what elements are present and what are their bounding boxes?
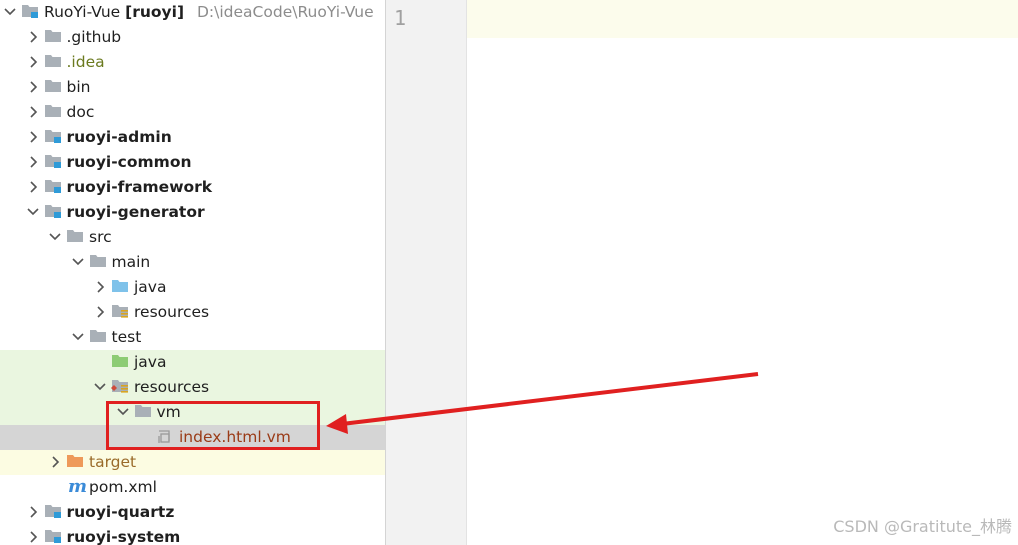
annotation-arrow <box>326 372 759 434</box>
watermark: CSDN @Gratitute_林腾 <box>833 517 1012 536</box>
